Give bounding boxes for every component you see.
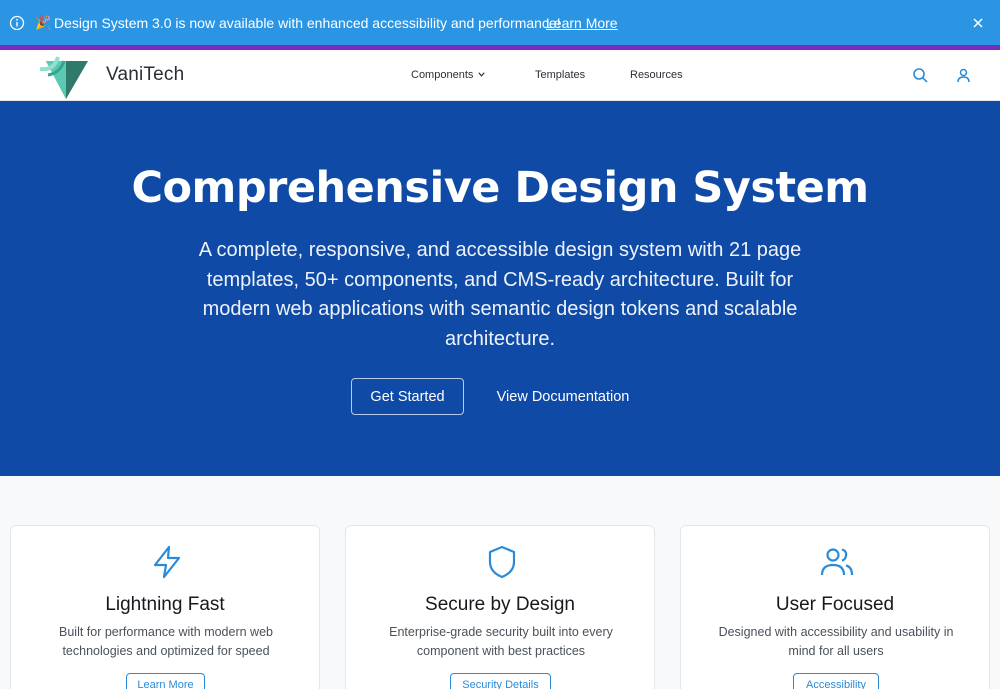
search-icon[interactable] <box>912 67 929 84</box>
security-details-button[interactable]: Security Details <box>450 673 551 689</box>
card-title: User Focused <box>775 594 895 615</box>
feature-card-user-focused: User Focused Designed with accessibility… <box>680 525 990 689</box>
feature-card-secure-by-design: Secure by Design Enterprise-grade securi… <box>345 525 655 689</box>
card-description: Designed with accessibility and usabilit… <box>718 625 954 658</box>
announcement-banner: 🎉 Design System 3.0 is now available wit… <box>0 0 1000 45</box>
lightning-icon <box>153 545 181 579</box>
card-description: Enterprise-grade security built into eve… <box>389 625 613 658</box>
close-icon[interactable] <box>971 16 985 30</box>
feature-card-lightning-fast: Lightning Fast Built for performance wit… <box>10 525 320 689</box>
get-started-button[interactable]: Get Started <box>351 378 464 415</box>
site-header: VaniTech Components Templates Resources <box>0 50 1000 101</box>
view-documentation-button[interactable]: View Documentation <box>485 378 641 415</box>
users-icon <box>820 548 854 576</box>
hero-subtitle: A complete, responsive, and accessible d… <box>198 239 802 350</box>
banner-learn-more-link[interactable]: Learn More <box>546 15 618 31</box>
learn-more-button[interactable]: Learn More <box>126 673 205 689</box>
chevron-down-icon <box>478 72 486 77</box>
accessibility-button[interactable]: Accessibility <box>793 673 879 689</box>
brand-name[interactable]: VaniTech <box>106 64 184 86</box>
party-emoji: 🎉 <box>35 15 52 30</box>
hero-title: Comprehensive Design System <box>131 163 869 213</box>
nav-templates-label: Templates <box>535 69 586 81</box>
vanitech-logo[interactable] <box>36 55 90 99</box>
shield-icon <box>488 545 516 579</box>
hero-section: Comprehensive Design System A complete, … <box>0 101 1000 476</box>
banner-message: Design System 3.0 is now available with … <box>54 15 561 31</box>
card-description: Built for performance with modern web te… <box>59 625 273 658</box>
nav-templates[interactable]: Templates <box>535 69 585 82</box>
info-icon <box>9 15 25 31</box>
nav-resources[interactable]: Resources <box>630 69 683 82</box>
user-icon[interactable] <box>955 67 972 84</box>
nav-components-label: Components <box>411 69 474 81</box>
nav-components[interactable]: Components <box>411 69 486 82</box>
nav-resources-label: Resources <box>630 69 683 81</box>
card-title: Secure by Design <box>425 594 575 615</box>
card-title: Lightning Fast <box>105 594 225 615</box>
